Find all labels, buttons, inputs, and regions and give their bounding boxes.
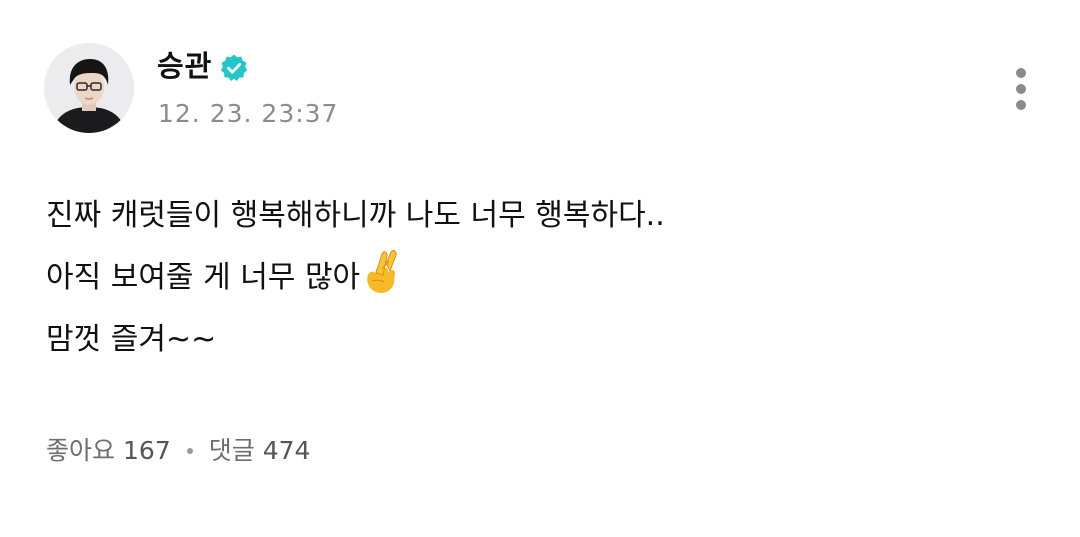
- post-line: 진짜 캐럿들이 행복해하니까 나도 너무 행복하다..: [46, 198, 665, 233]
- post-timestamp: 12. 23. 23:37: [158, 99, 339, 128]
- comments-label: 댓글: [208, 436, 255, 465]
- post-stats: 좋아요 167 댓글 474: [46, 433, 310, 469]
- post-content: 진짜 캐럿들이 행복해하니까 나도 너무 행복하다.. 아직 보여줄 게 너무 …: [46, 185, 1026, 371]
- post-line: 아직 보여줄 게 너무 많아: [46, 260, 361, 295]
- verified-badge-icon: [220, 54, 248, 81]
- author-name[interactable]: 승관: [157, 46, 212, 86]
- post-card: 승관 12. 23. 23:37 진짜 캐럿들이 행복해하니까 나도 너무 행복…: [0, 0, 1080, 537]
- likes-number: 167: [123, 436, 171, 465]
- comments-count[interactable]: 댓글 474: [209, 433, 311, 469]
- crossed-fingers-emoji-icon: [367, 250, 397, 293]
- likes-count[interactable]: 좋아요 167: [46, 433, 171, 469]
- profile-photo-icon: [44, 43, 134, 133]
- post-line-with-emoji: 아직 보여줄 게 너무 많아: [46, 247, 1026, 309]
- more-vertical-icon: [1016, 68, 1026, 78]
- more-options-button[interactable]: [1003, 63, 1039, 115]
- avatar[interactable]: [44, 43, 134, 133]
- comments-number: 474: [262, 436, 311, 465]
- post-line: 맘껏 즐겨~~: [46, 322, 217, 357]
- likes-label: 좋아요: [46, 436, 116, 465]
- more-vertical-icon-dot: [1016, 100, 1026, 110]
- more-vertical-icon-dot: [1016, 84, 1026, 94]
- separator-dot: [186, 448, 193, 454]
